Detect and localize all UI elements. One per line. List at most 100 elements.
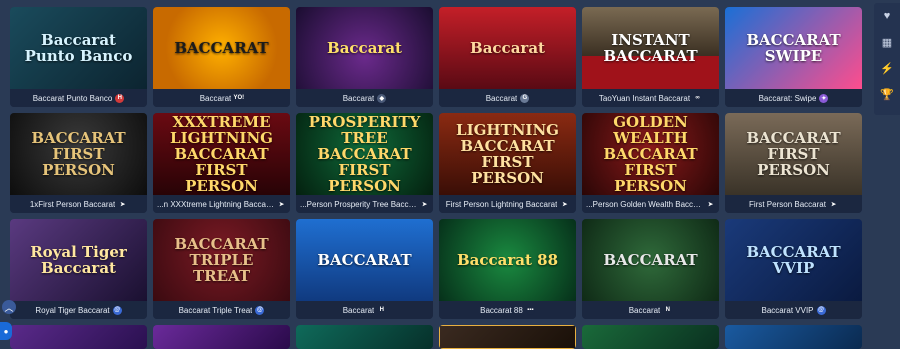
game-card[interactable]: BACCARAT VVIP Baccarat VVIP @ [725,219,862,319]
game-card[interactable]: BACCARAT TRIPLE TREAT Baccarat Triple Tre… [153,219,290,319]
game-caption[interactable]: Baccarat ◆ [296,89,433,107]
game-card[interactable]: Baccarat 88 Baccarat 88 ▪▪▪ [439,219,576,319]
game-thumbnail[interactable] [582,325,719,349]
game-title: Baccarat [342,93,375,103]
provider-g-logo-icon: G [520,93,530,103]
game-thumbnail-title: GOLDEN WEALTH BACCARAT FIRST PERSON [603,113,698,195]
game-title: Royal Tiger Baccarat [35,305,110,315]
provider-arrow-logo-icon: ➤ [560,199,570,209]
provider-arrow-logo-icon: ➤ [277,199,286,209]
rail-button-heart[interactable]: ♥ [874,3,900,29]
game-thumbnail[interactable] [725,325,862,349]
game-thumbnail[interactable]: BACCARAT [582,219,719,301]
game-card[interactable]: PROSPERITY TREE BACCARAT FIRST PERSON...… [296,113,433,213]
game-thumbnail[interactable] [296,325,433,349]
game-caption[interactable]: Baccarat VVIP @ [725,301,862,319]
game-card[interactable]: BACCARAT Baccarat H [296,219,433,319]
game-title: First Person Lightning Baccarat [445,199,558,209]
game-card[interactable]: INSTANT BACCARAT TaoYuan Instant Baccarat… [582,7,719,107]
game-caption[interactable]: Baccarat Punto Banco H [10,89,147,107]
provider-swirl-logo-icon: @ [255,305,265,315]
game-thumbnail[interactable] [153,325,290,349]
game-caption[interactable]: Baccarat YO! [153,89,290,107]
game-title: First Person Baccarat [749,199,826,209]
game-thumbnail[interactable]: Baccarat Punto Banco [10,7,147,89]
game-caption[interactable]: ...Person Prosperity Tree Baccarat ➤ [296,195,433,213]
game-thumbnail-title: LIGHTNING BACCARAT FIRST PERSON [456,121,559,187]
game-thumbnail[interactable]: BACCARAT FIRST PERSON [725,113,862,195]
game-title: ...Person Prosperity Tree Baccarat [300,199,417,209]
game-card[interactable] [439,325,576,349]
game-caption[interactable]: Royal Tiger Baccarat @ [10,301,147,319]
game-title: Baccarat [199,93,232,103]
game-card[interactable]: Baccarat Punto Banco Baccarat Punto Banco… [10,7,147,107]
game-thumbnail[interactable]: INSTANT BACCARAT [582,7,719,89]
game-thumbnail[interactable]: Baccarat [439,7,576,89]
game-card[interactable]: BACCARAT Baccarat N [582,219,719,319]
support-chat-button[interactable]: ● [0,322,12,340]
game-thumbnail[interactable]: BACCARAT [296,219,433,301]
game-card[interactable]: BACCARAT FIRST PERSON First Person Baccar… [725,113,862,213]
game-thumbnail[interactable]: XXXTREME LIGHTNING BACCARAT FIRST PERSON [153,113,290,195]
game-card[interactable]: LIGHTNING BACCARAT FIRST PERSON First Per… [439,113,576,213]
game-caption[interactable]: Baccarat Triple Treat @ [153,301,290,319]
game-thumbnail[interactable]: BACCARAT SWIPE [725,7,862,89]
game-caption[interactable]: Baccarat N [582,301,719,319]
game-caption[interactable]: ...n XXXtreme Lightning Baccarat ➤ [153,195,290,213]
game-thumbnail[interactable]: BACCARAT FIRST PERSON [10,113,147,195]
game-caption[interactable]: Baccarat 88 ▪▪▪ [439,301,576,319]
game-thumbnail-title: Baccarat [327,39,402,57]
provider-gem-logo-icon: ✦ [819,93,829,103]
game-card[interactable] [582,325,719,349]
game-card[interactable]: BACCARAT SWIPE Baccarat: Swipe ✦ [725,7,862,107]
game-card[interactable] [725,325,862,349]
game-card[interactable]: Royal Tiger Baccarat Royal Tiger Baccarat… [10,219,147,319]
game-title: TaoYuan Instant Baccarat [598,93,691,103]
game-title: Baccarat: Swipe [758,93,817,103]
game-thumbnail-title: BACCARAT FIRST PERSON [31,129,126,179]
game-thumbnail-title: BACCARAT [603,251,698,269]
game-card[interactable]: BACCARAT FIRST PERSON 1xFirst Person Bacc… [10,113,147,213]
game-thumbnail-title: BACCARAT [317,251,412,269]
game-card[interactable]: GOLDEN WEALTH BACCARAT FIRST PERSON ...Pe… [582,113,719,213]
provider-arrow-logo-icon: ➤ [118,199,128,209]
game-thumbnail[interactable]: LIGHTNING BACCARAT FIRST PERSON [439,113,576,195]
game-thumbnail[interactable]: Royal Tiger Baccarat [10,219,147,301]
heart-icon: ♥ [883,10,891,22]
game-card[interactable]: XXXTREME LIGHTNING BACCARAT FIRST PERSON… [153,113,290,213]
game-card[interactable] [296,325,433,349]
game-card[interactable]: Baccarat Baccarat G [439,7,576,107]
game-card[interactable] [153,325,290,349]
game-card[interactable]: Baccarat Baccarat ◆ [296,7,433,107]
rail-button-grid[interactable]: ▦ [874,29,900,55]
game-thumbnail[interactable]: PROSPERITY TREE BACCARAT FIRST PERSON [296,113,433,195]
game-caption[interactable]: First Person Lightning Baccarat ➤ [439,195,576,213]
game-caption[interactable]: ...Person Golden Wealth Baccarat ➤ [582,195,719,213]
rail-button-trophy[interactable]: 🏆 [874,81,900,107]
game-caption[interactable]: Baccarat: Swipe ✦ [725,89,862,107]
scroll-up-button[interactable]: ︿ [2,300,16,314]
game-thumbnail[interactable]: BACCARAT TRIPLE TREAT [153,219,290,301]
game-thumbnail-title: BACCARAT SWIPE [746,31,841,65]
side-rail: ♥ ▦ ⚡ 🏆 [874,3,900,115]
game-thumbnail[interactable]: BACCARAT [153,7,290,89]
game-thumbnail[interactable] [439,325,576,349]
game-title: Baccarat [628,305,661,315]
game-thumbnail[interactable] [10,325,147,349]
game-caption[interactable]: TaoYuan Instant Baccarat ∞ [582,89,719,107]
chat-icon: ● [3,326,9,336]
game-card[interactable]: BACCARAT Baccarat YO! [153,7,290,107]
game-thumbnail-title: Royal Tiger Baccarat [30,243,127,277]
game-thumbnail[interactable]: BACCARAT VVIP [725,219,862,301]
game-caption[interactable]: 1xFirst Person Baccarat ➤ [10,195,147,213]
game-caption[interactable]: Baccarat G [439,89,576,107]
game-thumbnail-title: BACCARAT FIRST PERSON [746,129,841,179]
game-thumbnail[interactable]: Baccarat [296,7,433,89]
rail-button-lightning[interactable]: ⚡ [874,55,900,81]
game-thumbnail[interactable]: Baccarat 88 [439,219,576,301]
game-caption[interactable]: Baccarat H [296,301,433,319]
game-thumbnail[interactable]: GOLDEN WEALTH BACCARAT FIRST PERSON [582,113,719,195]
game-card[interactable] [10,325,147,349]
game-title: Baccarat VVIP [761,305,814,315]
game-caption[interactable]: First Person Baccarat ➤ [725,195,862,213]
